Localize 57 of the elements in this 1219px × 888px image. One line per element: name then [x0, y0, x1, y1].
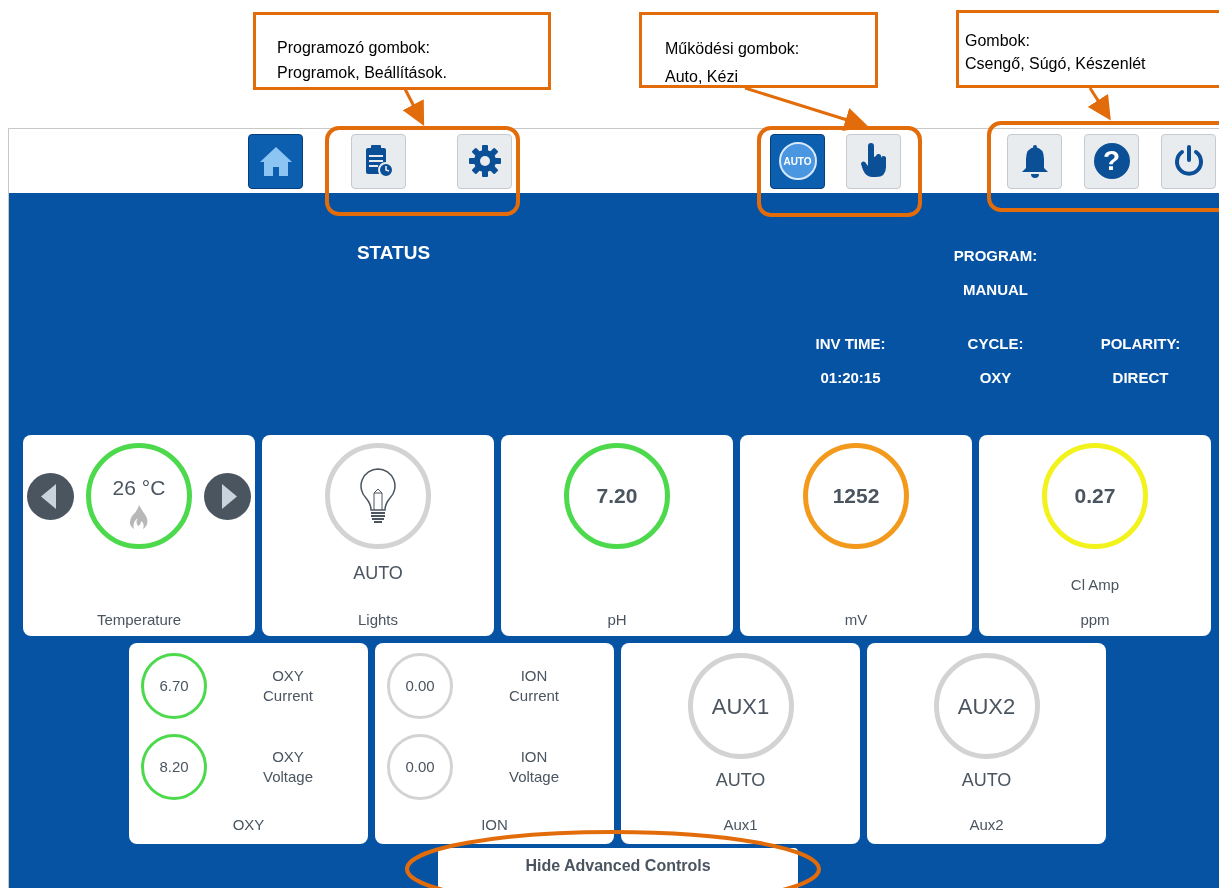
card-label: pH [607, 609, 627, 630]
program-label: PROGRAM: [953, 246, 1038, 266]
callout-text: Programozó gombok: Programok, Beállítások. [277, 38, 448, 83]
reading-value: 0.00 [405, 675, 435, 696]
pointing-hand-icon [859, 143, 888, 179]
reading-name: ION Current [508, 666, 560, 706]
aux-name: AUX2 [957, 692, 1016, 721]
reading-name: OXY Current [262, 666, 314, 706]
manual-button[interactable] [846, 133, 901, 189]
card-label: Aux1 [723, 814, 758, 835]
card-label: ppm [1080, 609, 1110, 630]
card-label: OXY [232, 814, 265, 835]
info-label: INV TIME: [815, 334, 886, 354]
reading-value: 7.20 [596, 483, 638, 510]
reading-value: 1252 [832, 483, 880, 510]
power-icon [1172, 144, 1205, 178]
reading-name: ION Voltage [507, 747, 560, 787]
aux-name: AUX1 [711, 692, 770, 721]
mode-label: AUTO [353, 561, 403, 585]
mode-label: AUTO [715, 769, 766, 792]
programs-button[interactable] [351, 133, 406, 189]
info-label: POLARITY: [1100, 334, 1181, 354]
reading-value: 0.27 [1074, 483, 1116, 510]
clipboard-icon [363, 144, 394, 178]
reading-value: 0.00 [405, 756, 435, 777]
left-arrow-button[interactable] [27, 472, 74, 520]
settings-button[interactable] [457, 133, 512, 189]
card-label: Aux2 [969, 814, 1004, 835]
auto-mode-icon: AUTO [778, 142, 817, 180]
card-sublabel: Cl Amp [1070, 575, 1120, 595]
card-label: Temperature [96, 609, 182, 630]
status-title: STATUS [356, 241, 431, 265]
info-value: OXY [979, 367, 1012, 388]
reading-name: OXY Voltage [261, 747, 314, 787]
program-value: MANUAL [963, 279, 1028, 300]
mode-label: AUTO [961, 769, 1012, 792]
callout-text: Működési gombok: Auto, Kézi [665, 39, 801, 87]
settings-icon [467, 144, 502, 178]
reading-value: 8.20 [159, 756, 189, 777]
hide-advanced-controls-button[interactable]: Hide Advanced Controls [438, 848, 798, 888]
help-button[interactable]: ? [1084, 133, 1139, 189]
help-icon: ? [1093, 143, 1130, 179]
home-icon [258, 145, 293, 177]
power-button[interactable] [1161, 133, 1216, 189]
info-label: CYCLE: [967, 334, 1024, 354]
card-label: ION [481, 814, 508, 835]
light-bulb-icon [358, 467, 398, 525]
temperature-value: 26 °C [112, 475, 166, 502]
info-value: DIRECT [1112, 367, 1169, 388]
card-label: mV [844, 609, 868, 630]
reading-value: 6.70 [159, 675, 189, 696]
callout-text: Gombok: Csengő, Súgó, Készenlét [965, 31, 1147, 74]
bell-button[interactable] [1007, 133, 1062, 189]
right-arrow-button[interactable] [204, 472, 251, 520]
info-value: 01:20:15 [820, 367, 881, 388]
card-label: Lights [358, 609, 398, 630]
home-button[interactable] [248, 133, 303, 189]
